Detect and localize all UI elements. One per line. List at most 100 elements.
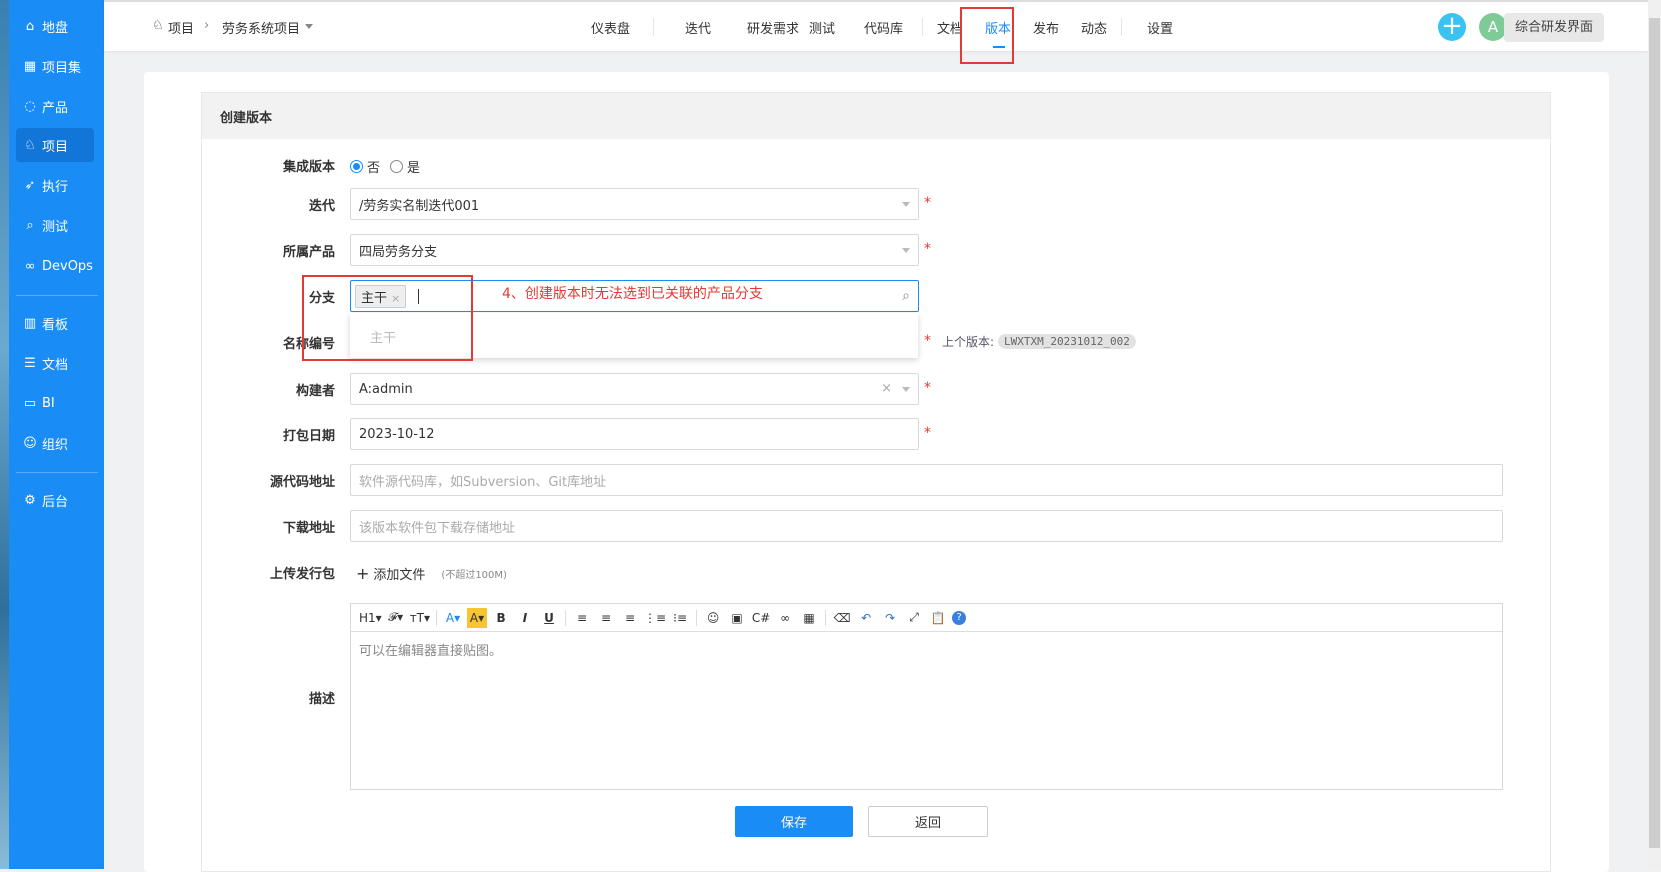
sidebar-divider [16,295,98,296]
image-icon[interactable]: ▣ [727,608,747,628]
sidebar-item-10[interactable]: ☺ 组织 [16,426,94,460]
nav-tab-7[interactable]: 发布 [1033,18,1059,37]
chevron-right-icon: › [204,18,210,33]
sidebar-item-3[interactable]: ♘ 项目 [16,128,94,162]
scrollbar[interactable] [1648,0,1661,869]
upload-limit: (不超过100M) [441,570,507,581]
undo-icon[interactable]: ↶ [856,608,876,628]
ordered-list-icon[interactable]: ⋮≡ [644,608,666,628]
font-size-icon[interactable]: ᴛT▾ [410,608,430,628]
radio-no[interactable] [350,160,363,173]
rocket-icon: ♘ [24,137,36,153]
sidebar-item-label: BI [42,395,55,411]
scm-label: 源代码地址 [269,475,335,490]
sidebar-item-8[interactable]: ☰ 文档 [16,346,94,380]
chart-icon: ▭ [23,395,37,411]
sidebar-item-label: 地盘 [42,20,69,36]
scrollbar-thumb[interactable] [1649,18,1660,848]
unordered-list-icon[interactable]: ⁝≡ [670,608,690,628]
emoji-icon[interactable]: ☺ [703,608,723,628]
add-file-button[interactable]: + 添加文件 (不超过100M) [356,564,507,583]
switch-interface-button[interactable]: 综合研发界面 [1504,13,1604,42]
align-right-icon[interactable]: ≡ [620,608,640,628]
heading-icon[interactable]: H1▾ [359,608,382,628]
avatar[interactable]: A [1479,13,1507,41]
desc-label: 描述 [308,692,335,707]
desktop-background-strip [0,0,9,869]
bold-icon[interactable]: B [491,608,511,628]
nav-tab-4[interactable]: 代码库 [864,18,903,37]
redo-icon[interactable]: ↷ [880,608,900,628]
sidebar-item-1[interactable]: ▦ 项目集 [16,49,94,83]
sidebar-item-label: 产品 [42,100,69,116]
breadcrumb-root[interactable]: 项目 [168,18,194,37]
sidebar-item-label: 项目 [42,139,69,155]
required-marker: * [924,333,931,349]
align-center-icon[interactable]: ≡ [596,608,616,628]
search-icon: ⌕ [26,217,34,233]
sidebar-item-label: DevOps [42,258,93,274]
sidebar-item-7[interactable]: ▥ 看板 [16,306,94,340]
integrated-radio-group: 否 是 [350,157,420,176]
builder-select[interactable]: A:admin × [350,373,919,405]
help-icon[interactable]: ? [952,610,967,625]
scm-input[interactable]: 软件源代码库，如Subversion、Git库地址 [350,464,1503,496]
code-icon[interactable]: C# [751,608,771,628]
sidebar-divider [16,472,98,473]
infinity-icon: ∞ [24,258,36,274]
board-icon: ▥ [23,315,37,331]
nav-tab-8[interactable]: 动态 [1081,18,1107,37]
save-button[interactable]: 保存 [735,806,853,837]
underline-icon[interactable]: U [539,608,559,628]
eraser-icon[interactable]: ⌫ [832,608,852,628]
previous-build: 上个版本: LWXTXM_20231012_002 [942,333,1136,350]
highlight-icon[interactable]: A▾ [467,607,488,628]
toolbar-separator [825,609,827,626]
sidebar-item-6[interactable]: ∞ DevOps [16,249,94,283]
nav-tab-3[interactable]: 测试 [809,18,835,37]
nav-tab-9[interactable]: 设置 [1147,18,1173,37]
link-icon[interactable]: ∞ [775,608,795,628]
chevron-down-icon [902,202,910,207]
nav-tab-2[interactable]: 研发需求 [747,18,799,37]
iteration-select[interactable]: /劳务实名制迭代001 [350,188,919,220]
toolbar-separator [436,609,438,626]
radio-no-label: 否 [367,161,381,176]
panel-title: 创建版本 [202,93,1550,139]
add-button[interactable]: + [1438,13,1466,41]
description-textarea[interactable]: 可以在编辑器直接贴图。 [351,632,1502,789]
nav-tab-0[interactable]: 仪表盘 [591,18,630,37]
sidebar-item-9[interactable]: ▭ BI [16,386,94,420]
date-input[interactable]: 2023-10-12 [350,418,919,450]
chevron-down-icon[interactable] [305,24,313,29]
chevron-down-icon [902,387,910,392]
toolbar-separator [696,609,698,626]
sidebar-item-4[interactable]: ➶ 执行 [16,168,94,202]
prev-build-label: 上个版本: [942,335,995,349]
clear-icon[interactable]: × [881,381,892,396]
download-placeholder: 该版本软件包下载存储地址 [359,520,516,536]
bulb-icon: ◌ [24,98,36,114]
radio-yes[interactable] [390,160,404,173]
sidebar-item-5[interactable]: ⌕ 测试 [16,208,94,242]
product-select[interactable]: 四局劳务分支 [350,234,919,266]
date-label: 打包日期 [282,429,335,444]
fullscreen-icon[interactable]: ⤢ [904,608,924,628]
back-button[interactable]: 返回 [868,806,988,837]
nav-tab-1[interactable]: 迭代 [685,18,711,37]
font-family-icon[interactable]: 𝓕▾ [386,608,406,628]
download-label: 下载地址 [282,521,335,536]
font-color-icon[interactable]: A▾ [443,608,463,628]
people-icon: ☺ [23,435,37,451]
paste-icon[interactable]: 📋 [928,608,948,628]
align-left-icon[interactable]: ≡ [572,608,592,628]
sidebar-item-11[interactable]: ⚙ 后台 [16,483,94,517]
description-placeholder: 可以在编辑器直接贴图。 [359,644,503,659]
download-input[interactable]: 该版本软件包下载存储地址 [350,510,1503,542]
table-icon[interactable]: ▦ [799,608,819,628]
sidebar-item-0[interactable]: ⌂ 地盘 [16,9,94,43]
sidebar-item-2[interactable]: ◌ 产品 [16,89,94,123]
breadcrumb-project[interactable]: 劳务系统项目 [222,18,300,37]
italic-icon[interactable]: I [515,608,535,628]
search-icon: ⌕ [902,288,910,304]
